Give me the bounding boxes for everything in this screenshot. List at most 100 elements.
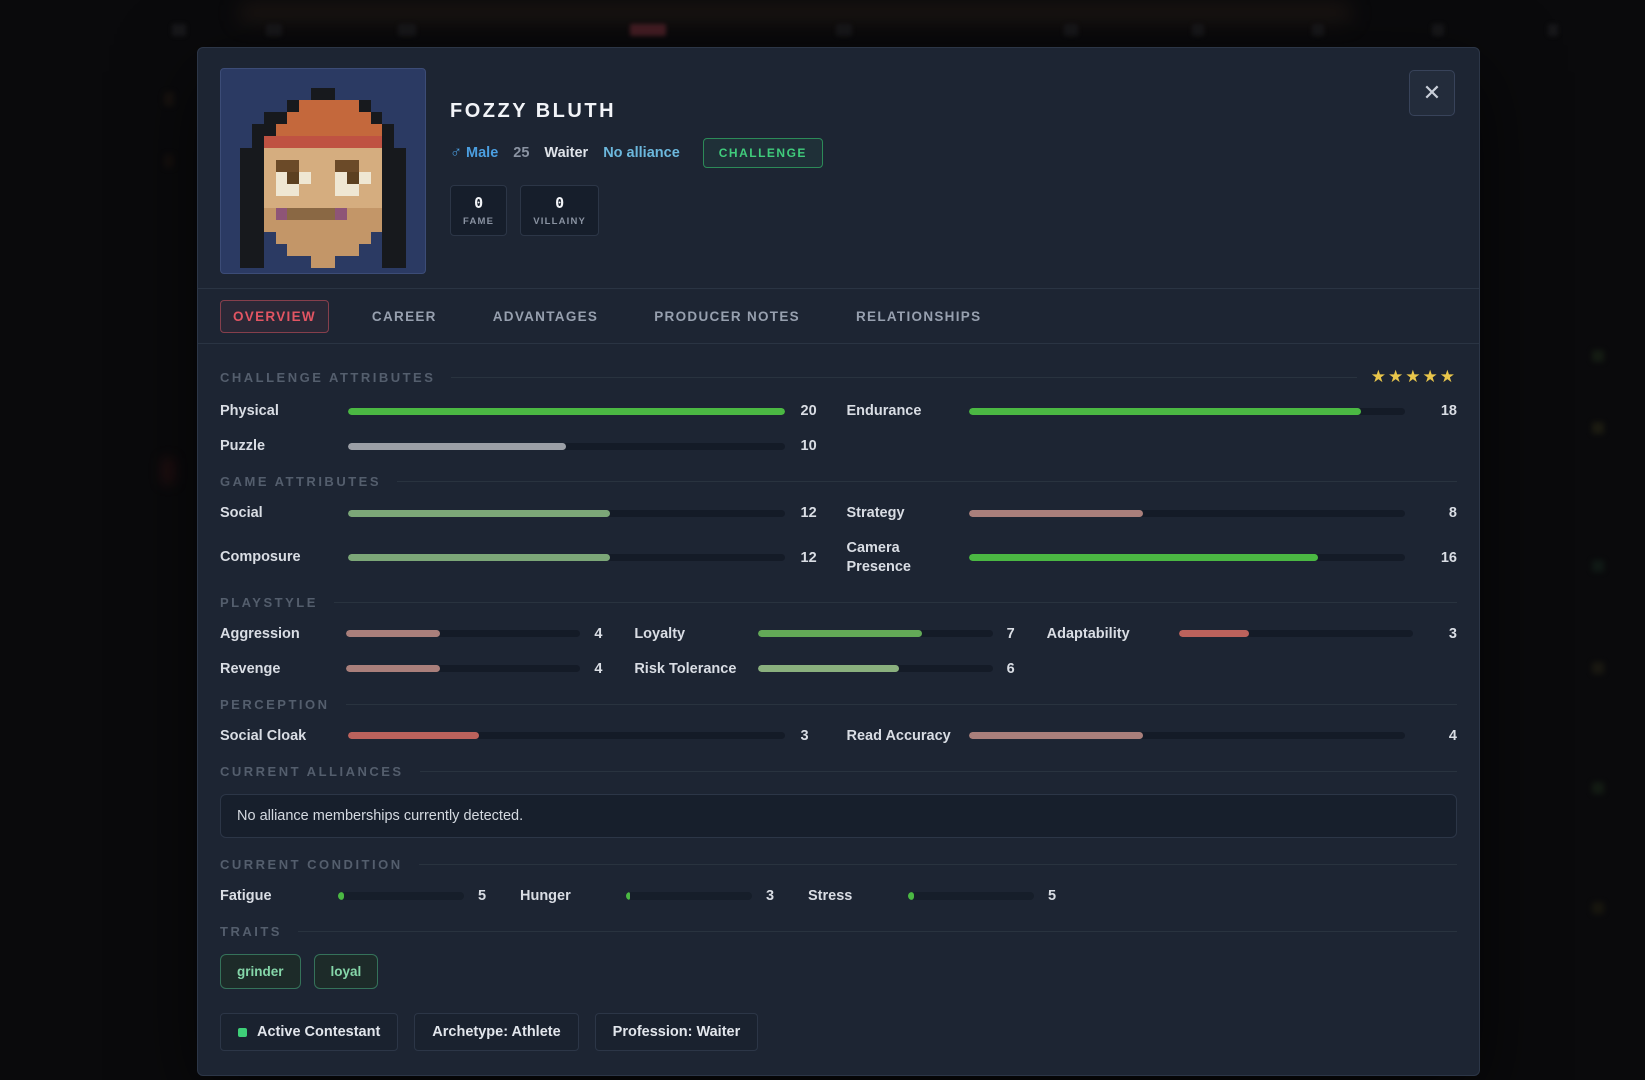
attr-bar-endurance <box>969 408 1406 415</box>
trait-pill-loyal: loyal <box>314 954 379 989</box>
challenge-button[interactable]: CHALLENGE <box>703 138 823 168</box>
contestant-avatar <box>220 68 426 274</box>
attr-bar-strategy <box>969 510 1406 517</box>
attr-label-stress: Stress <box>808 887 894 905</box>
badge-label: Archetype: Athlete <box>432 1024 560 1040</box>
attr-value-puzzle: 10 <box>801 438 831 454</box>
attr-value-read-accuracy: 4 <box>1421 728 1457 744</box>
attr-bar-fatigue <box>338 892 464 900</box>
close-button[interactable]: ✕ <box>1409 70 1455 116</box>
footer-badge-row: Active Contestant Archetype: Athlete Profe… <box>220 1013 1457 1051</box>
attr-label-fatigue: Fatigue <box>220 887 324 905</box>
stat-boxes: 0 FAME 0VILLAINY <box>450 185 823 236</box>
attr-bar-aggression <box>346 630 580 637</box>
attr-value-composure: 12 <box>801 550 831 566</box>
section-divider <box>451 377 1356 378</box>
badge-label: Active Contestant <box>257 1024 380 1040</box>
attr-bar-social-cloak <box>348 732 785 739</box>
section-title: CURRENT ALLIANCES <box>220 764 404 779</box>
attr-bar-loyalty <box>758 630 992 637</box>
tab-producer-notes[interactable]: PRODUCER NOTES <box>641 300 813 333</box>
attr-value-social: 12 <box>801 505 831 521</box>
attr-label-physical: Physical <box>220 402 332 420</box>
section-title: TRAITS <box>220 924 282 939</box>
section-title: PLAYSTYLE <box>220 595 318 610</box>
section-challenge-attributes: CHALLENGE ATTRIBUTES ★★★★★ Physical 20 Endur… <box>220 367 1457 455</box>
attr-bar-physical <box>348 408 785 415</box>
attr-label-adaptability: Adaptability <box>1047 625 1165 643</box>
attr-bar-stress <box>908 892 1034 900</box>
section-divider <box>420 771 1457 772</box>
section-title: CURRENT CONDITION <box>220 857 403 872</box>
tab-career[interactable]: CAREER <box>359 300 450 333</box>
attr-label-social: Social <box>220 504 332 522</box>
badge-profession-waiter: Profession: Waiter <box>595 1013 759 1051</box>
attr-value-strategy: 8 <box>1421 505 1457 521</box>
section-divider <box>397 481 1457 482</box>
attr-label-revenge: Revenge <box>220 660 332 678</box>
attr-label-camera-presence: Camera Presence <box>847 539 953 575</box>
attr-value-hunger: 3 <box>766 888 794 904</box>
attr-bar-camera-presence <box>969 554 1406 561</box>
attr-label-strategy: Strategy <box>847 504 953 522</box>
stat-label-fame: FAME <box>463 216 494 227</box>
overview-tab-content: CHALLENGE ATTRIBUTES ★★★★★ Physical 20 Endur… <box>198 344 1479 1075</box>
attr-label-social-cloak: Social Cloak <box>220 727 332 745</box>
age-label: 25 <box>513 145 529 161</box>
attr-label-endurance: Endurance <box>847 402 953 420</box>
stat-box-fame: 0 FAME <box>450 185 507 236</box>
section-divider <box>419 864 1457 865</box>
attr-value-revenge: 4 <box>594 661 620 677</box>
contestant-name: FOZZY BLUTH <box>450 100 823 123</box>
demographics-row: ♂ Male 25 Waiter No alliance CHALLENGE <box>450 138 823 168</box>
tab-overview[interactable]: OVERVIEW <box>220 300 329 333</box>
stat-value-fame: 0 <box>463 194 494 212</box>
star-rating: ★★★★★ <box>1371 367 1457 387</box>
attr-label-puzzle: Puzzle <box>220 437 332 455</box>
section-divider <box>334 602 1457 603</box>
attr-label-hunger: Hunger <box>520 887 612 905</box>
attr-bar-hunger <box>626 892 752 900</box>
section-current-alliances: CURRENT ALLIANCES No alliance membership… <box>220 764 1457 838</box>
attr-label-loyalty: Loyalty <box>634 625 744 643</box>
attr-value-risk-tolerance: 6 <box>1007 661 1033 677</box>
attr-value-physical: 20 <box>801 403 831 419</box>
attr-bar-risk-tolerance <box>758 665 992 672</box>
attr-bar-read-accuracy <box>969 732 1406 739</box>
attr-bar-puzzle <box>348 443 785 450</box>
active-status-dot <box>238 1028 247 1037</box>
section-title: PERCEPTION <box>220 697 330 712</box>
stat-box-villainy: 0VILLAINY <box>520 185 599 236</box>
attr-value-social-cloak: 3 <box>801 728 831 744</box>
attr-value-endurance: 18 <box>1421 403 1457 419</box>
attr-bar-adaptability <box>1179 630 1413 637</box>
attr-value-aggression: 4 <box>594 626 620 642</box>
contestant-profile-modal: ✕ FOZZY BLUTH ♂ Male 25 Waiter No allian… <box>197 47 1480 1076</box>
attr-value-adaptability: 3 <box>1427 626 1457 642</box>
section-playstyle: PLAYSTYLEAggression4Loyalty7Adaptability… <box>220 595 1457 678</box>
trait-pill-grinder: grinder <box>220 954 301 989</box>
tab-advantages[interactable]: ADVANTAGES <box>480 300 612 333</box>
attr-label-risk-tolerance: Risk Tolerance <box>634 660 744 678</box>
alliance-status: No alliance <box>603 145 680 161</box>
badge-active-contestant: Active Contestant <box>220 1013 398 1051</box>
attr-value-camera-presence: 16 <box>1421 550 1457 566</box>
attr-bar-social <box>348 510 785 517</box>
alliance-empty-box: No alliance memberships currently detect… <box>220 794 1457 838</box>
male-gender-icon: ♂ Male <box>450 144 498 162</box>
profession-label: Waiter <box>544 145 588 161</box>
section-title: CHALLENGE ATTRIBUTES <box>220 370 435 385</box>
close-icon: ✕ <box>1423 82 1441 104</box>
tab-relationships[interactable]: RELATIONSHIPS <box>843 300 994 333</box>
attr-bar-revenge <box>346 665 580 672</box>
section-current-condition: CURRENT CONDITION Fatigue5Hunger3Stress5 <box>220 857 1457 905</box>
gender-label: Male <box>466 145 498 161</box>
section-game-attributes: GAME ATTRIBUTES Social 12 Strategy 8 Composur… <box>220 474 1457 575</box>
badge-label: Profession: Waiter <box>613 1024 741 1040</box>
attr-label-read-accuracy: Read Accuracy <box>847 727 953 745</box>
section-divider <box>298 931 1457 932</box>
attr-label-composure: Composure <box>220 548 332 566</box>
section-title: GAME ATTRIBUTES <box>220 474 381 489</box>
attr-label-aggression: Aggression <box>220 625 332 643</box>
stat-label-villainy: VILLAINY <box>533 216 586 227</box>
